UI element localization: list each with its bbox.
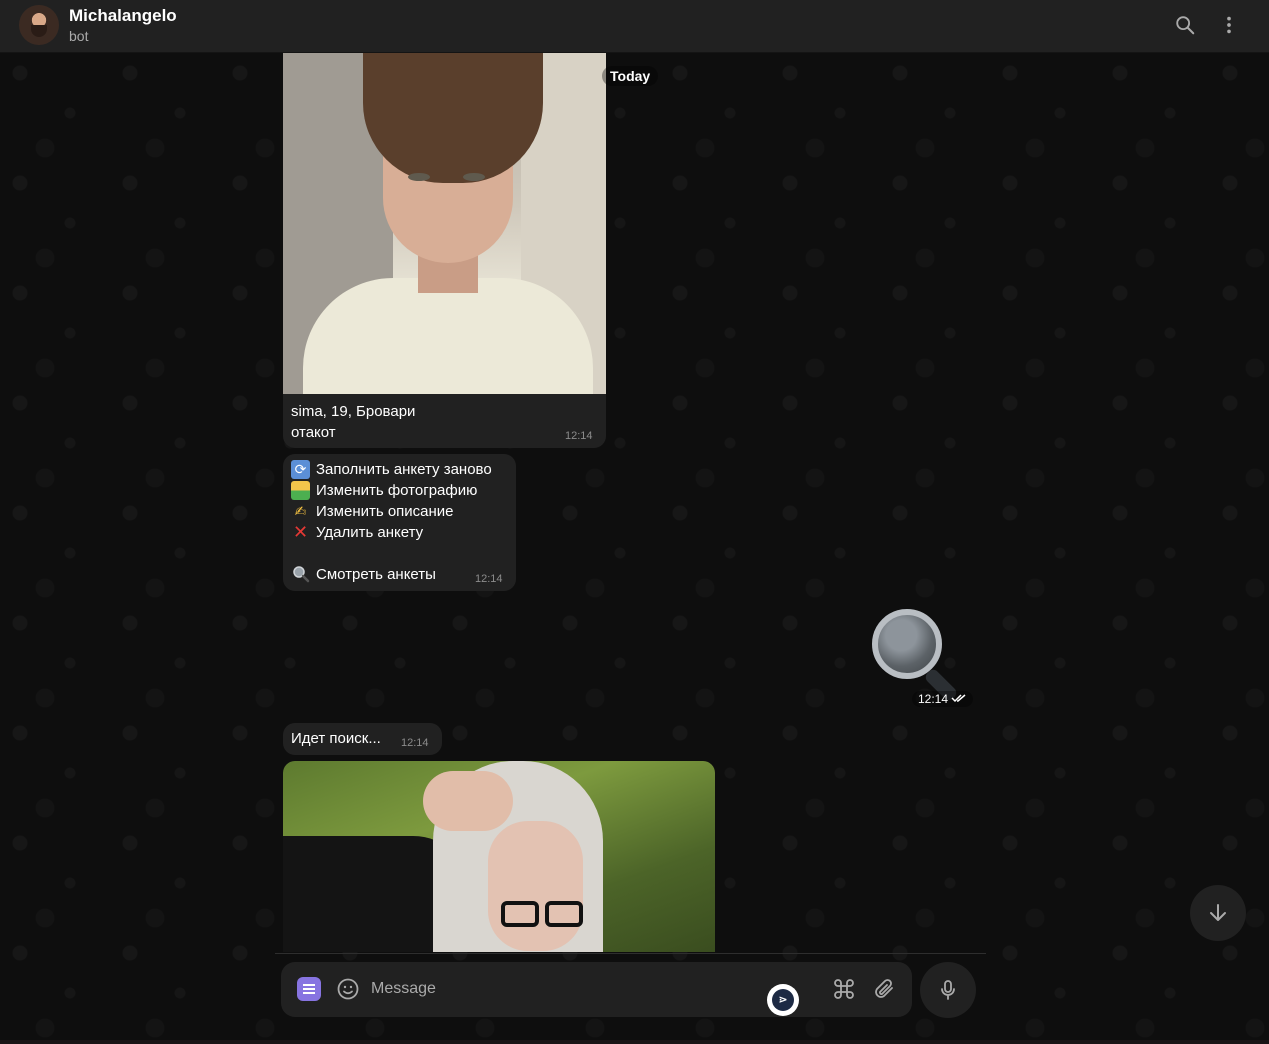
- searching-text: Идет поиск...: [291, 730, 381, 747]
- menu-item: Изменить фотографию: [291, 480, 477, 501]
- caption-line-2: отакот: [291, 424, 336, 441]
- menu-item-label: Удалить анкету: [316, 524, 424, 541]
- chat-header: Michalangelo bot: [0, 0, 1269, 53]
- more-vertical-icon[interactable]: [1217, 13, 1241, 37]
- avatar[interactable]: [19, 5, 59, 45]
- profile-message[interactable]: sima, 19, Бровари отакот 12:14: [283, 53, 606, 448]
- writing-hand-icon: ✍: [294, 503, 307, 519]
- message-composer: ⋗: [281, 962, 912, 1017]
- message-input[interactable]: [371, 978, 751, 1000]
- message-time: 12:14: [475, 573, 503, 585]
- sticker-time: 12:14: [912, 691, 974, 707]
- caption-line-1: sima, 19, Бровари: [291, 403, 416, 420]
- searching-message[interactable]: Идет поиск... 12:14: [283, 723, 442, 755]
- command-icon[interactable]: [831, 976, 857, 1002]
- arrows-cycle-icon: ⟳: [291, 460, 310, 479]
- emoji-icon[interactable]: [335, 976, 361, 1002]
- menu-item: ✕ Удалить анкету: [291, 522, 423, 543]
- message-time: 12:14: [565, 430, 593, 442]
- bot-menu-icon[interactable]: [297, 977, 321, 1001]
- menu-item-label: Заполнить анкету заново: [316, 461, 492, 478]
- menu-item-label: Смотреть анкеты: [316, 566, 436, 583]
- double-check-icon: [951, 694, 966, 703]
- composer-divider: [275, 953, 986, 954]
- window-bottom-edge: [0, 1040, 1269, 1044]
- microphone-icon: [941, 980, 955, 1000]
- sticker-time-text: 12:14: [918, 692, 949, 706]
- menu-item-label: Изменить фотографию: [316, 482, 478, 499]
- paperclip-icon[interactable]: [871, 976, 897, 1002]
- menu-message[interactable]: ⟳ Заполнить анкету заново Изменить фотог…: [283, 454, 516, 591]
- search-icon[interactable]: [1173, 13, 1197, 37]
- arrow-down-icon: [1210, 904, 1226, 921]
- picture-icon: [291, 481, 310, 500]
- date-separator: Today: [602, 66, 659, 86]
- magnifier-sticker[interactable]: 12:14: [868, 605, 974, 710]
- menu-item: ✍ Изменить описание: [291, 501, 454, 522]
- menu-item-label: Изменить описание: [316, 503, 454, 520]
- menu-item: Смотреть анкеты: [291, 564, 436, 585]
- extension-badge-icon[interactable]: ⋗: [767, 984, 799, 1016]
- match-photo[interactable]: [283, 761, 715, 952]
- red-cross-icon: ✕: [292, 522, 309, 542]
- menu-item: ⟳ Заполнить анкету заново: [291, 459, 492, 480]
- scroll-down-button[interactable]: [1190, 885, 1246, 941]
- chat-title[interactable]: Michalangelo: [69, 6, 177, 26]
- chat-status: bot: [69, 28, 89, 44]
- microphone-button[interactable]: [920, 962, 976, 1018]
- message-time: 12:14: [401, 737, 429, 749]
- magnifier-icon: [291, 565, 310, 584]
- profile-photo[interactable]: [283, 53, 606, 394]
- profile-caption: sima, 19, Бровари отакот: [291, 401, 415, 443]
